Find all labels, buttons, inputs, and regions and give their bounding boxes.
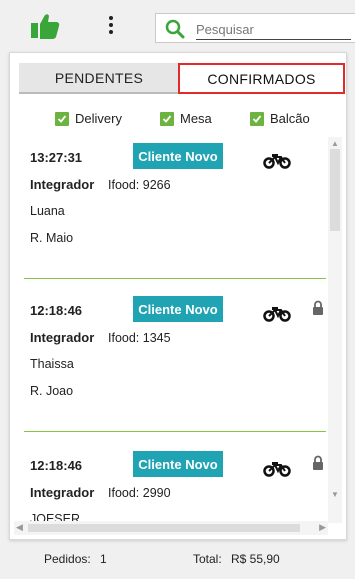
checkbox-checked-icon[interactable] xyxy=(250,111,264,126)
motorcycle-icon xyxy=(263,462,291,477)
filter-mesa-label: Mesa xyxy=(180,111,212,126)
tab-pendentes[interactable]: PENDENTES xyxy=(19,63,179,94)
filter-mesa[interactable]: Mesa xyxy=(160,111,212,126)
order-card[interactable]: 12:18:46 Cliente Novo Integrador Ifood: … xyxy=(10,445,330,523)
horizontal-scrollbar[interactable]: ◀ ▶ xyxy=(14,521,328,535)
status-footer: Pedidos: 1 Total: R$ 55,90 xyxy=(0,544,355,574)
order-card[interactable]: 13:27:31 Cliente Novo Integrador Ifood: … xyxy=(10,137,330,287)
orders-count-value: 1 xyxy=(100,552,107,566)
search-icon xyxy=(165,19,185,39)
tab-confirmados[interactable]: CONFIRMADOS xyxy=(178,63,345,94)
integrator-label: Integrador xyxy=(30,485,95,500)
total-label: Total: xyxy=(193,552,222,566)
search-input[interactable] xyxy=(196,20,351,40)
filter-balcao-label: Balcão xyxy=(270,111,310,126)
integrator-label: Integrador xyxy=(30,177,95,192)
motorcycle-icon xyxy=(263,154,291,169)
orders-panel: PENDENTES CONFIRMADOS Delivery Mesa Balc… xyxy=(9,52,347,540)
order-separator xyxy=(24,431,326,432)
filter-delivery-label: Delivery xyxy=(75,111,122,126)
integrator-value: Ifood: 2990 xyxy=(108,486,171,500)
integrator-label: Integrador xyxy=(30,330,95,345)
vertical-scrollbar[interactable]: ▲ ▼ xyxy=(328,137,342,523)
more-options-icon[interactable] xyxy=(104,14,118,38)
order-card[interactable]: 12:18:46 Cliente Novo Integrador Ifood: … xyxy=(10,290,330,440)
new-customer-badge[interactable]: Cliente Novo xyxy=(133,451,223,477)
customer-address: R. Maio xyxy=(30,231,74,245)
customer-name: Luana xyxy=(30,204,65,218)
checkbox-checked-icon[interactable] xyxy=(55,111,69,126)
filter-delivery[interactable]: Delivery xyxy=(55,111,122,126)
lock-icon xyxy=(313,300,323,315)
motorcycle-icon xyxy=(263,307,291,322)
scroll-right-icon[interactable]: ▶ xyxy=(319,522,326,533)
orders-count-label: Pedidos: xyxy=(44,552,91,566)
customer-name: Thaissa xyxy=(30,357,74,371)
horizontal-scroll-thumb[interactable] xyxy=(28,524,300,532)
thumbs-up-icon[interactable] xyxy=(30,12,60,40)
scroll-up-icon[interactable]: ▲ xyxy=(331,139,339,148)
lock-icon xyxy=(313,455,323,470)
order-time: 12:18:46 xyxy=(30,458,83,473)
search-box[interactable] xyxy=(155,13,355,43)
scroll-left-icon[interactable]: ◀ xyxy=(16,522,23,533)
integrator-value: Ifood: 9266 xyxy=(108,178,171,192)
vertical-scroll-thumb[interactable] xyxy=(330,149,340,231)
scroll-down-icon[interactable]: ▼ xyxy=(331,490,339,499)
customer-address: R. Joao xyxy=(30,384,74,398)
total-value: R$ 55,90 xyxy=(231,552,280,566)
order-time: 12:18:46 xyxy=(30,303,83,318)
top-toolbar xyxy=(0,0,355,48)
order-separator xyxy=(24,278,326,279)
orders-list[interactable]: 13:27:31 Cliente Novo Integrador Ifood: … xyxy=(10,137,330,523)
filter-balcao[interactable]: Balcão xyxy=(250,111,310,126)
checkbox-checked-icon[interactable] xyxy=(160,111,174,126)
new-customer-badge[interactable]: Cliente Novo xyxy=(133,296,223,322)
integrator-value: Ifood: 1345 xyxy=(108,331,171,345)
new-customer-badge[interactable]: Cliente Novo xyxy=(133,143,223,169)
order-time: 13:27:31 xyxy=(30,150,83,165)
order-type-filters: Delivery Mesa Balcão xyxy=(10,111,348,129)
